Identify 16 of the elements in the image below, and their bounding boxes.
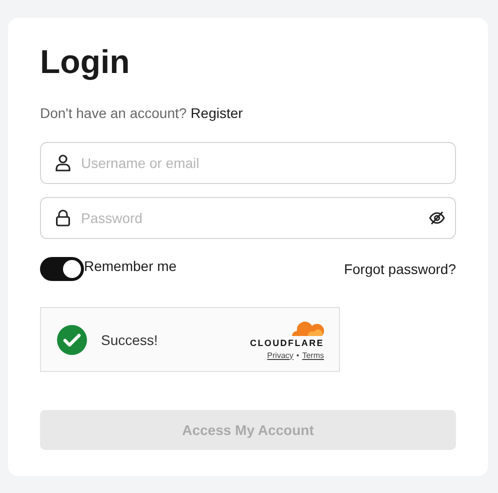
terms-link[interactable]: Terms [302, 350, 324, 360]
eye-off-icon[interactable] [429, 211, 445, 225]
username-field[interactable]: Username or email [40, 142, 456, 184]
user-icon [55, 154, 71, 172]
link-separator: • [296, 350, 300, 360]
password-field[interactable]: Password [40, 197, 456, 239]
brand-name: CLOUDFLARE [250, 338, 324, 348]
captcha-status: Success! [101, 332, 159, 348]
register-link[interactable]: Register [190, 104, 243, 122]
signup-prompt: Don't have an account? [40, 104, 187, 122]
privacy-link[interactable]: Privacy [267, 350, 294, 360]
forgot-password-link[interactable]: Forgot password? [344, 261, 456, 277]
remember-toggle[interactable] [40, 257, 84, 281]
remember-label: Remember me [84, 258, 177, 274]
login-title: Login [40, 42, 131, 82]
lock-icon [55, 209, 71, 227]
